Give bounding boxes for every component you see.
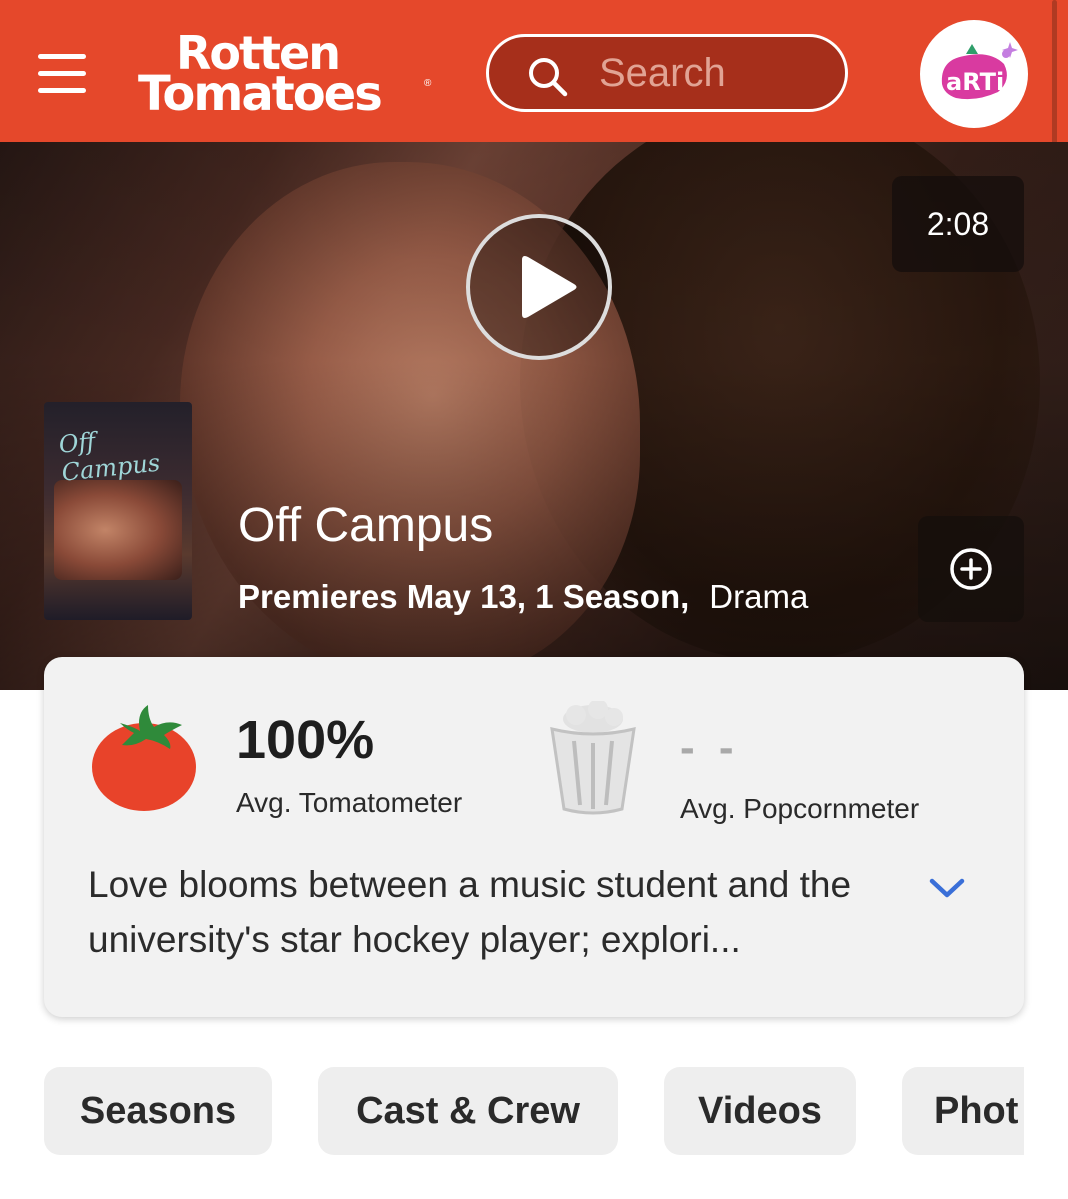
tab-cast-crew[interactable]: Cast & Crew [318,1067,618,1155]
trailer-hero[interactable]: 2:08 Off Campus Off Campus Premieres May… [0,142,1068,690]
expand-synopsis-button[interactable] [926,873,968,903]
rotten-tomatoes-logo[interactable]: Rotten Tomatoes ® [136,30,436,120]
score-card: 100% Avg. Tomatometer - - Avg. Popcornme… [44,657,1024,1017]
svg-text:aRTi: aRTi [946,68,1004,96]
play-trailer-button[interactable] [466,214,612,360]
video-duration: 2:08 [892,176,1024,272]
add-to-watchlist-button[interactable] [918,516,1024,622]
poster-title: Off Campus [57,427,162,487]
popcornmeter-score: - - [680,723,740,772]
poster-artwork [54,480,182,580]
premiere-info: Premieres May 13, 1 Season, [238,578,690,615]
show-meta: Premieres May 13, 1 Season, Drama [238,578,808,616]
search-input[interactable]: Search [486,34,848,112]
synopsis-text: Love blooms between a music student and … [88,864,852,960]
show-title: Off Campus [238,499,494,552]
tab-overflow-mask [1024,1060,1068,1160]
popcorn-bucket-icon [550,701,636,815]
arti-icon: aRTi [941,42,1018,100]
chevron-down-icon [929,878,965,898]
search-placeholder: Search [599,51,726,95]
tab-seasons[interactable]: Seasons [44,1067,272,1155]
tab-videos[interactable]: Videos [664,1067,856,1155]
popcornmeter-label: Avg. Popcornmeter [680,793,920,824]
search-icon [529,58,568,97]
play-icon [522,256,577,318]
tomato-icon [92,705,196,811]
logo-registered-mark: ® [424,78,432,89]
top-nav-bar: Rotten Tomatoes ® Search aRTi [0,0,1054,142]
menu-icon[interactable] [36,52,90,94]
tomatometer-score: 100% [236,710,375,770]
show-poster[interactable]: Off Campus [44,402,192,620]
genre: Drama [709,578,809,615]
tomatometer-label: Avg. Tomatometer [236,787,463,818]
plus-circle-icon [950,548,992,590]
arti-avatar-button[interactable]: aRTi [920,20,1028,128]
logo-line2: Tomatoes [138,66,383,122]
